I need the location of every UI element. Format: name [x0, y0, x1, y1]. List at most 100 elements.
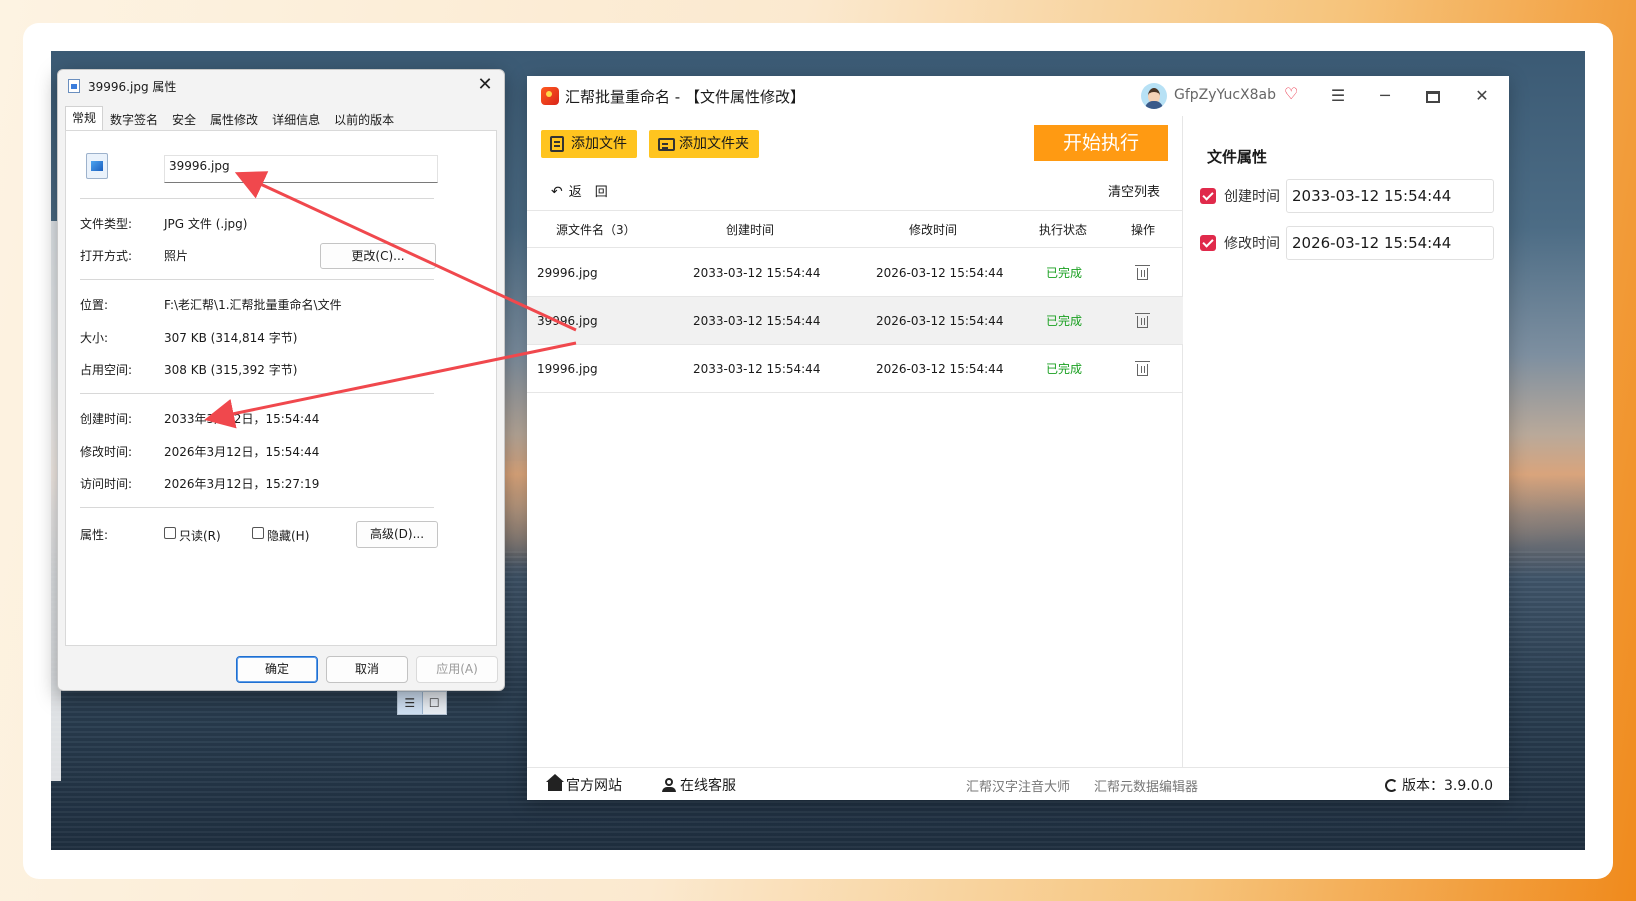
location-value: F:\老汇帮\1.汇帮批量重命名\文件	[164, 298, 342, 312]
clear-list-button[interactable]: 清空列表	[1108, 181, 1160, 200]
refresh-icon	[1385, 779, 1398, 792]
divider	[80, 198, 434, 199]
modified-time-input[interactable]: 2026-03-12 15:54:44	[1286, 226, 1494, 260]
ok-button[interactable]: 确定	[236, 656, 318, 683]
hidden-check-icon[interactable]	[252, 527, 264, 539]
created-time-label: 创建时间	[1224, 189, 1280, 205]
filename-input[interactable]: 39996.jpg	[164, 155, 438, 183]
row-status: 已完成	[1046, 314, 1083, 328]
disk-size-label: 占用空间:	[80, 363, 133, 377]
hidden-checkbox[interactable]: 隐藏(H)	[252, 527, 309, 544]
tab-general[interactable]: 常规	[65, 106, 104, 130]
open-with-value: 照片	[164, 249, 189, 263]
file-list-panel: 添加文件 添加文件夹 开始执行 ↶ 返 回 清空列表 源文件名（3） 创建时间 修…	[527, 116, 1183, 768]
readonly-label: 只读(R)	[179, 529, 221, 543]
divider	[80, 393, 434, 394]
file-properties-dialog: 39996.jpg 属性 ✕ 常规 数字签名 安全 属性修改 详细信息 以前的版…	[57, 69, 505, 691]
readonly-checkbox[interactable]: 只读(R)	[164, 527, 221, 544]
add-file-button[interactable]: 添加文件	[541, 130, 637, 158]
rename-app-window: 汇帮批量重命名 - 【文件属性修改】 GfpZyYucX8ab ♡ ☰ ─ ✕ …	[527, 76, 1509, 800]
username[interactable]: GfpZyYucX8ab	[1174, 87, 1276, 103]
official-website-link[interactable]: 官方网站	[546, 774, 622, 795]
pinyin-tool-link[interactable]: 汇帮汉字注音大师	[966, 776, 1070, 795]
row-status: 已完成	[1046, 266, 1083, 280]
panel-header: 文件属性	[1207, 148, 1268, 166]
file-type-label: 文件类型:	[80, 217, 133, 231]
back-label: 返 回	[568, 185, 608, 200]
table-header: 源文件名（3） 创建时间 修改时间 执行状态 操作	[527, 210, 1183, 248]
explorer-view-toggle[interactable]: ☰ ☐	[397, 691, 447, 715]
divider	[80, 507, 434, 508]
delete-icon[interactable]	[1135, 249, 1150, 296]
modified-time-value: 2026年3月12日，15:54:44	[164, 445, 320, 459]
row-created: 2033-03-12 15:54:44	[693, 265, 821, 280]
cancel-button[interactable]: 取消	[326, 656, 408, 683]
size-value: 307 KB (314,814 字节)	[164, 331, 298, 345]
accessed-time-value: 2026年3月12日，15:27:19	[164, 477, 320, 491]
col-modified[interactable]: 修改时间	[909, 211, 957, 247]
table-row[interactable]: 19996.jpg 2033-03-12 15:54:44 2026-03-12…	[527, 345, 1183, 393]
created-time-value: 2033年3月12日，15:54:44	[164, 412, 320, 426]
back-button[interactable]: ↶ 返 回	[551, 181, 608, 200]
image-file-large-icon	[86, 153, 108, 179]
app-title: 汇帮批量重命名 - 【文件属性修改】	[565, 88, 805, 106]
table-row[interactable]: 29996.jpg 2033-03-12 15:54:44 2026-03-12…	[527, 249, 1183, 297]
metadata-editor-link[interactable]: 汇帮元数据编辑器	[1094, 776, 1198, 795]
app-footer: 官方网站 在线客服 汇帮汉字注音大师 汇帮元数据编辑器 版本：3.9.0.0	[527, 767, 1509, 800]
add-folder-button[interactable]: 添加文件夹	[649, 130, 759, 158]
row-modified: 2026-03-12 15:54:44	[876, 313, 1004, 328]
home-icon	[546, 774, 564, 791]
tab-details[interactable]: 详细信息	[265, 108, 327, 130]
created-time-checkbox[interactable]	[1200, 188, 1216, 204]
start-button[interactable]: 开始执行	[1034, 125, 1168, 161]
modified-time-label: 修改时间	[1224, 236, 1280, 252]
tab-previous-versions[interactable]: 以前的版本	[327, 108, 401, 130]
close-icon[interactable]: ✕	[1467, 82, 1497, 110]
change-button[interactable]: 更改(C)...	[320, 243, 436, 269]
minimize-icon[interactable]: ─	[1370, 82, 1400, 110]
advanced-button[interactable]: 高级(D)...	[356, 521, 438, 548]
row-filename: 29996.jpg	[537, 265, 598, 280]
tab-attribute-modify[interactable]: 属性修改	[203, 108, 265, 130]
col-status[interactable]: 执行状态	[1039, 211, 1087, 247]
add-file-label: 添加文件	[571, 136, 627, 152]
thumbnail-view-icon[interactable]: ☐	[423, 692, 447, 714]
open-with-label: 打开方式:	[80, 249, 133, 263]
image-file-icon	[68, 79, 80, 93]
app-titlebar: 汇帮批量重命名 - 【文件属性修改】 GfpZyYucX8ab ♡ ☰ ─ ✕	[527, 76, 1509, 116]
tab-digital-signature[interactable]: 数字签名	[103, 108, 165, 130]
table-row[interactable]: 39996.jpg 2033-03-12 15:54:44 2026-03-12…	[527, 297, 1183, 345]
folder-plus-icon	[658, 138, 675, 151]
tab-security[interactable]: 安全	[165, 108, 203, 130]
menu-icon[interactable]: ☰	[1323, 82, 1353, 110]
vip-diamond-icon[interactable]: ♡	[1284, 84, 1298, 103]
modified-time-setting: 修改时间 2026-03-12 15:54:44	[1200, 226, 1494, 260]
col-created[interactable]: 创建时间	[726, 211, 774, 247]
online-service-link[interactable]: 在线客服	[662, 775, 736, 795]
file-type-value: JPG 文件 (.jpg)	[164, 217, 248, 231]
col-source-name[interactable]: 源文件名（3）	[556, 211, 636, 247]
close-icon[interactable]: ✕	[474, 74, 496, 96]
divider	[80, 279, 434, 280]
dialog-titlebar: 39996.jpg 属性	[58, 70, 504, 102]
delete-icon[interactable]	[1135, 345, 1150, 392]
apply-button[interactable]: 应用(A)	[416, 656, 498, 683]
version-info[interactable]: 版本：3.9.0.0	[1385, 775, 1493, 795]
hidden-label: 隐藏(H)	[267, 529, 310, 543]
app-logo	[541, 87, 559, 105]
disk-size-value: 308 KB (315,392 字节)	[164, 363, 298, 377]
row-modified: 2026-03-12 15:54:44	[876, 265, 1004, 280]
row-created: 2033-03-12 15:54:44	[693, 361, 821, 376]
add-folder-label: 添加文件夹	[679, 136, 749, 152]
details-view-icon[interactable]: ☰	[398, 692, 423, 714]
maximize-icon[interactable]	[1418, 82, 1448, 110]
col-action[interactable]: 操作	[1131, 211, 1155, 247]
modified-time-checkbox[interactable]	[1200, 235, 1216, 251]
created-time-input[interactable]: 2033-03-12 15:54:44	[1286, 179, 1494, 213]
delete-icon[interactable]	[1135, 297, 1150, 344]
attributes-label: 属性:	[80, 528, 109, 542]
attribute-settings-panel: 文件属性 创建时间 2033-03-12 15:54:44 修改时间 2026-…	[1184, 116, 1509, 736]
readonly-check-icon[interactable]	[164, 527, 176, 539]
user-avatar[interactable]	[1141, 83, 1167, 109]
size-label: 大小:	[80, 331, 109, 345]
